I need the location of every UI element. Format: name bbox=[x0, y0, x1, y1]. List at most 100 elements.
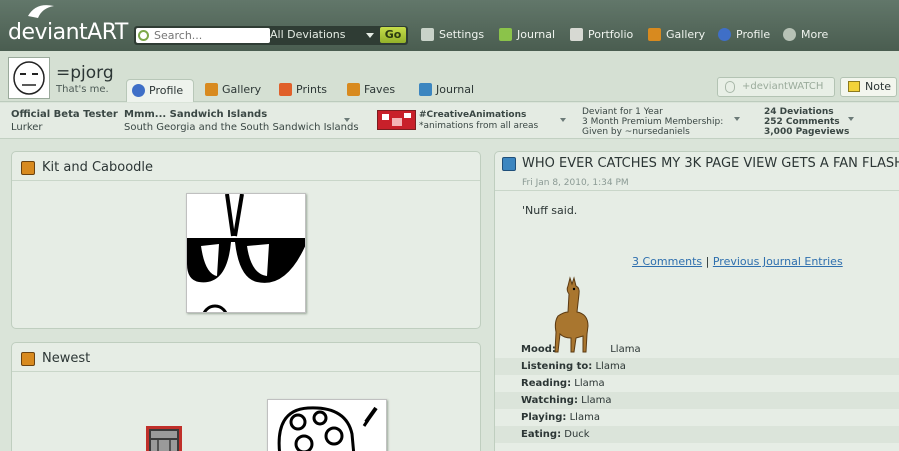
chevron-down-icon[interactable] bbox=[344, 118, 350, 122]
nav-label: Gallery bbox=[666, 28, 706, 41]
journal-icon bbox=[502, 157, 516, 171]
deviantart-logo-mark bbox=[28, 5, 54, 18]
tab-label: Prints bbox=[296, 83, 328, 96]
pageviews-count: 3,000 Pageviews bbox=[764, 127, 850, 137]
note-icon bbox=[848, 81, 860, 92]
top-bar: deviantART All Deviations Go Settings Jo… bbox=[0, 0, 899, 51]
faves-icon bbox=[347, 83, 360, 96]
nav-settings[interactable]: Settings bbox=[421, 28, 484, 42]
avatar-face-icon bbox=[13, 61, 45, 95]
nav-label: Profile bbox=[736, 28, 771, 41]
mood-table: Mood: Llama Listening to: Llama Reading:… bbox=[495, 341, 899, 443]
more-icon bbox=[783, 28, 796, 41]
tab-profile[interactable]: Profile bbox=[126, 79, 194, 102]
chevron-down-icon[interactable] bbox=[734, 117, 740, 121]
mood-value: Llama bbox=[610, 344, 641, 355]
nav-more[interactable]: More bbox=[783, 28, 828, 42]
palette-sketch-art bbox=[268, 400, 386, 451]
journal-links: 3 Comments | Previous Journal Entries bbox=[632, 255, 843, 268]
tab-label: Gallery bbox=[222, 83, 262, 96]
mood-row: Watching: Llama bbox=[495, 392, 899, 409]
journal-up-icon bbox=[499, 28, 512, 41]
comments-link[interactable]: 3 Comments bbox=[632, 255, 702, 268]
profile-tagline: That's me. bbox=[56, 84, 109, 95]
chevron-down-icon[interactable] bbox=[848, 117, 854, 121]
member-title: Official Beta Tester bbox=[11, 109, 118, 120]
mood-value: Llama bbox=[569, 412, 600, 423]
search-input[interactable] bbox=[136, 28, 270, 43]
deviation-thumbnail[interactable] bbox=[186, 193, 306, 313]
mood-row: Mood: Llama bbox=[495, 341, 899, 358]
deviantwatch-label: +deviantWATCH bbox=[742, 81, 824, 92]
mood-key: Playing: bbox=[521, 412, 567, 423]
tab-gallery[interactable]: Gallery bbox=[200, 79, 269, 102]
profile-username[interactable]: =pjorg bbox=[56, 63, 114, 83]
nav-label: Settings bbox=[439, 28, 485, 41]
mood-row: Listening to: Llama bbox=[495, 358, 899, 375]
tab-journal[interactable]: Journal bbox=[414, 79, 482, 102]
previous-entries-link[interactable]: Previous Journal Entries bbox=[713, 255, 843, 268]
group-thumbnail-art bbox=[378, 111, 415, 129]
panel-divider bbox=[12, 180, 480, 181]
journal-title[interactable]: WHO EVER CATCHES MY 3K PAGE VIEW GETS A … bbox=[522, 156, 899, 171]
deviation-thumbnail[interactable] bbox=[144, 425, 184, 451]
nav-label: Portfolio bbox=[588, 28, 634, 41]
tab-prints[interactable]: Prints bbox=[274, 79, 335, 102]
link-separator: | bbox=[705, 255, 710, 268]
nav-label: Journal bbox=[517, 28, 556, 41]
search-scope-select[interactable]: All Deviations bbox=[270, 28, 378, 43]
nav-profile[interactable]: Profile bbox=[718, 28, 770, 42]
gallery-icon bbox=[21, 161, 35, 175]
nav-journal[interactable]: Journal bbox=[499, 28, 555, 42]
deviation-thumbnail[interactable] bbox=[267, 399, 387, 451]
membership-giver[interactable]: Given by ~nursedaniels bbox=[582, 127, 690, 138]
journal-divider bbox=[495, 190, 899, 191]
mood-value: Llama bbox=[581, 395, 612, 406]
journal-date: Fri Jan 8, 2010, 1:34 PM bbox=[522, 178, 629, 188]
mood-value: Duck bbox=[564, 429, 590, 440]
search-icon bbox=[138, 30, 149, 41]
nav-portfolio[interactable]: Portfolio bbox=[570, 28, 633, 42]
tab-label: Faves bbox=[364, 83, 396, 96]
portfolio-icon bbox=[570, 28, 583, 41]
mood-value: Llama bbox=[574, 378, 605, 389]
panel-title: Kit and Caboodle bbox=[42, 160, 154, 175]
mood-row: Reading: Llama bbox=[495, 375, 899, 392]
location-text: South Georgia and the South Sandwich Isl… bbox=[124, 122, 359, 133]
avatar[interactable] bbox=[8, 57, 50, 99]
go-button[interactable]: Go bbox=[380, 27, 406, 43]
location-title: Mmm... Sandwich Islands bbox=[124, 109, 268, 120]
chevron-down-icon[interactable] bbox=[560, 118, 566, 122]
sunglasses-face-art bbox=[187, 194, 305, 312]
group-thumbnail[interactable] bbox=[377, 110, 416, 130]
nav-label: More bbox=[801, 28, 829, 41]
gallery-icon bbox=[21, 352, 35, 366]
mood-value: Llama bbox=[595, 361, 626, 372]
mood-row: Playing: Llama bbox=[495, 409, 899, 426]
deviantart-logo[interactable]: deviantART bbox=[8, 2, 128, 48]
mood-row: Eating: Duck bbox=[495, 426, 899, 443]
settings-icon bbox=[421, 28, 434, 41]
watch-icon bbox=[725, 81, 735, 93]
profile-info-icon bbox=[718, 28, 731, 41]
prints-icon bbox=[279, 83, 292, 96]
knight-helmet-art bbox=[146, 426, 182, 451]
journal-icon bbox=[419, 83, 432, 96]
tab-label: Profile bbox=[149, 84, 184, 97]
tab-faves[interactable]: Faves bbox=[342, 79, 403, 102]
deviantwatch-button[interactable]: +deviantWATCH bbox=[717, 77, 835, 97]
newest-panel: Newest bbox=[11, 342, 481, 451]
journal-body: 'Nuff said. bbox=[522, 204, 578, 217]
mood-key: Listening to: bbox=[521, 361, 593, 372]
mood-key: Reading: bbox=[521, 378, 572, 389]
member-subtitle: Lurker bbox=[11, 122, 43, 133]
panel-title: Newest bbox=[42, 351, 91, 366]
panel-divider bbox=[12, 371, 480, 372]
group-name[interactable]: #CreativeAnimations bbox=[419, 110, 526, 121]
note-label: Note bbox=[865, 80, 892, 93]
logo-text: deviantART bbox=[8, 20, 128, 45]
nav-gallery[interactable]: Gallery bbox=[648, 28, 705, 42]
note-button[interactable]: Note bbox=[840, 77, 897, 97]
profile-info-icon bbox=[132, 84, 145, 97]
group-description: *animations from all areas bbox=[419, 121, 539, 131]
